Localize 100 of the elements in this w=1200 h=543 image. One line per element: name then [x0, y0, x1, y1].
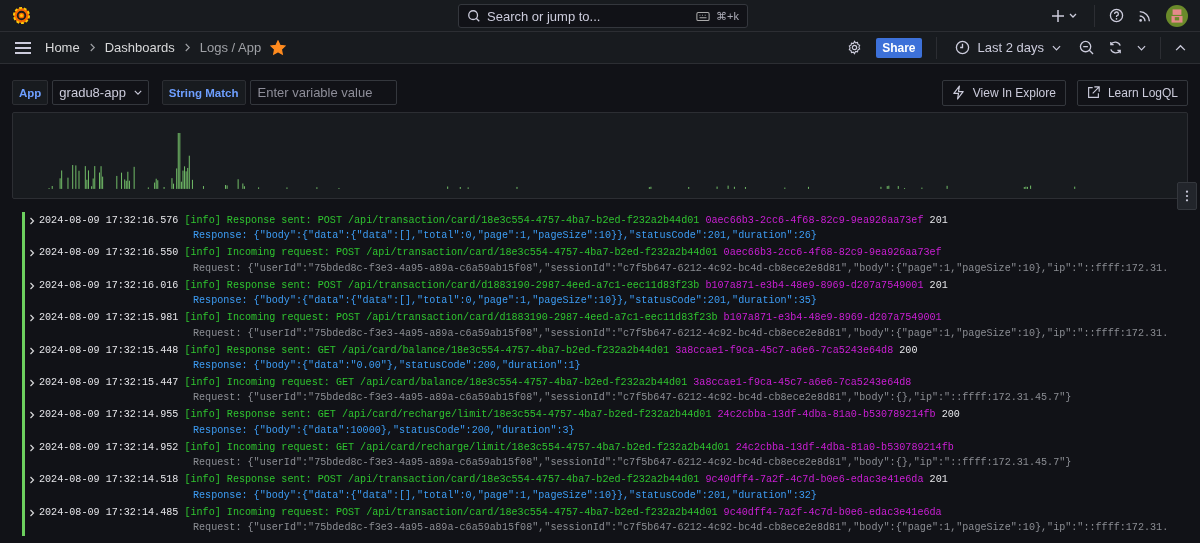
trace-id: 24c2cbba-13df-4dba-81a0-b530789214fb	[717, 408, 936, 423]
log-detail: Request: {"userId":"75bded8c-f3e3-4a95-a89a-c6a59ab15f08","sessionId":"c7f5b647-6212-4c92-bc4d-cb8ece2e8d81","body":{"page":1,"pageSize":10},"ip":"::ffff:172.31.	[193, 261, 1169, 276]
log-timestamp: 2024-08-09 17:32:16.550	[39, 246, 179, 261]
search-bar[interactable]: Search or jump to... ⌘+k	[458, 4, 748, 28]
status-code: 200	[899, 343, 918, 358]
expand-icon[interactable]	[29, 346, 35, 355]
breadcrumb-link[interactable]: Home	[45, 40, 80, 55]
trace-id: 3a8ccae1-f9ca-45c7-a6e6-7ca5243e64d8	[675, 343, 894, 358]
refresh-icon[interactable]	[1108, 40, 1123, 55]
settings-icon[interactable]	[847, 40, 863, 55]
log-message: Incoming request: GET /api/card/balance/18e3c554-4757-4ba7-b2ed-f232a2b44d01	[226, 375, 688, 390]
log-level: [info]	[184, 343, 221, 358]
trace-id: 0aec66b3-2cc6-4f68-82c9-9ea926aa73ef	[723, 246, 942, 261]
expand-icon[interactable]	[29, 476, 35, 485]
logo-icon[interactable]	[12, 6, 31, 25]
lightning-icon	[951, 85, 965, 100]
star-icon[interactable]	[270, 39, 287, 56]
expand-icon[interactable]	[29, 378, 35, 387]
log-timestamp: 2024-08-09 17:32:14.955	[39, 408, 179, 423]
expand-icon[interactable]	[29, 508, 35, 517]
share-button[interactable]: Share	[876, 37, 922, 58]
log-detail: Request: {"userId":"75bded8c-f3e3-4a95-a89a-c6a59ab15f08","sessionId":"c7f5b647-6212-4c92-bc4d-cb8ece2e8d81","body":{},"ip":"::ffff:172.31.45.7"}	[193, 391, 1072, 406]
log-timestamp: 2024-08-09 17:32:15.447	[39, 375, 179, 390]
log-level: [info]	[184, 440, 221, 455]
docs-link-button[interactable]: Learn LogQL	[1076, 79, 1188, 106]
shortcut-hint: ⌘+k	[716, 9, 739, 23]
log-level: [info]	[184, 473, 221, 488]
log-timestamp: 2024-08-09 17:32:14.952	[39, 440, 179, 455]
log-level: [info]	[184, 278, 221, 293]
log-message: Incoming request: GET /api/card/recharge/limit/18e3c554-4757-4ba7-b2ed-f232a2b44d01	[226, 440, 730, 455]
log-message: Incoming request: POST /api/transaction/card/18e3c554-4757-4ba7-b2ed-f232a2b44d01	[226, 246, 718, 261]
status-code: 201	[929, 214, 948, 228]
log-level: [info]	[184, 505, 221, 520]
expand-icon[interactable]	[29, 217, 35, 225]
log-detail: Response: {"body":{"data":{"data":[],"total":0,"page":1,"pageSize":10}},"statusCode":201,"duration":32}	[193, 488, 818, 503]
clock-icon	[954, 40, 970, 55]
log-detail: Request: {"userId":"75bded8c-f3e3-4a95-a89a-c6a59ab15f08","sessionId":"c7f5b647-6212-4c92-bc4d-cb8ece2e8d81","body":{},"ip":"::ffff:172.31.45.7"}	[193, 456, 1072, 471]
log-message: Incoming request: POST /api/transaction/card/18e3c554-4757-4ba7-b2ed-f232a2b44d01	[226, 505, 718, 520]
log-message: Response sent: POST /api/transaction/card/d1883190-2987-4eed-a7c1-eec11d83f23b	[226, 278, 700, 293]
log-detail: Response: {"body":{"data":{"data":[],"total":0,"page":1,"pageSize":10}},"statusCode":201,"duration":35}	[193, 294, 818, 309]
trace-id: b107a871-e3b4-48e9-8969-d207a7549001	[705, 278, 924, 293]
log-message: Response sent: GET /api/card/recharge/limit/18e3c554-4757-4ba7-b2ed-f232a2b44d01	[226, 408, 712, 423]
search-icon	[467, 9, 481, 23]
status-code: 200	[941, 408, 960, 423]
chevron-right-icon	[183, 43, 191, 52]
status-code: 201	[929, 473, 948, 488]
expand-icon[interactable]	[29, 281, 35, 290]
caret-icon[interactable]	[1137, 44, 1146, 51]
log-message: Response sent: POST /api/transaction/card/18e3c554-4757-4ba7-b2ed-f232a2b44d01	[226, 214, 700, 228]
log-level: [info]	[184, 375, 221, 390]
log-message: Response sent: POST /api/transaction/card/18e3c554-4757-4ba7-b2ed-f232a2b44d01	[226, 473, 700, 488]
trace-id: 9c40dff4-7a2f-4c7d-b0e6-edac3e41e6da	[705, 473, 924, 488]
explore-button[interactable]: View In Explore	[941, 79, 1066, 106]
keyboard-icon	[696, 10, 711, 22]
avatar[interactable]	[1166, 4, 1188, 27]
search-field[interactable]: Search or jump to...	[487, 8, 691, 24]
help-icon[interactable]	[1109, 8, 1124, 23]
variable-label: App	[12, 80, 49, 105]
log-level: [info]	[184, 246, 221, 261]
log-detail: Request: {"userId":"75bded8c-f3e3-4a95-a89a-c6a59ab15f08","sessionId":"c7f5b647-6212-4c92-bc4d-cb8ece2e8d81","body":{"page":1,"pageSize":10},"ip":"::ffff:172.31.	[193, 326, 1169, 341]
trace-id: 0aec66b3-2cc6-4f68-82c9-9ea926aa73ef	[705, 214, 924, 228]
external-link-icon	[1086, 86, 1100, 99]
trace-id: 3a8ccae1-f9ca-45c7-a6e6-7ca5243e64d8	[693, 375, 912, 390]
trace-id: 24c2cbba-13df-4dba-81a0-b530789214fb	[735, 440, 954, 455]
collapse-icon[interactable]	[1175, 44, 1186, 51]
log-detail: Response: {"body":{"data":"0.00"},"statusCode":200,"duration":1}	[193, 358, 582, 373]
time-range-picker[interactable]: Last 2 days	[950, 40, 1065, 55]
variable-value-field[interactable]: Enter variable value	[249, 80, 397, 105]
rss-icon[interactable]	[1138, 8, 1152, 23]
variable-label: String Match	[161, 80, 246, 105]
menu-icon[interactable]	[14, 40, 32, 55]
variable-select[interactable]: gradu8-app	[52, 80, 149, 105]
more-icon	[1185, 190, 1189, 202]
panel-menu-button[interactable]	[1177, 182, 1197, 210]
breadcrumb-link[interactable]: Logs / App	[199, 40, 262, 55]
log-detail: Response: {"body":{"data":10000},"statusCode":200,"duration":3}	[193, 423, 576, 438]
log-timestamp: 2024-08-09 17:32:15.448	[39, 343, 179, 358]
log-timestamp: 2024-08-09 17:32:14.518	[39, 473, 179, 488]
zoom-out-icon[interactable]	[1079, 40, 1094, 55]
log-level: [info]	[184, 214, 221, 228]
log-timestamp: 2024-08-09 17:32:15.981	[39, 311, 179, 326]
trace-id: 9c40dff4-7a2f-4c7d-b0e6-edac3e41e6da	[723, 505, 942, 520]
log-timestamp: 2024-08-09 17:32:16.016	[39, 278, 179, 293]
caret-icon	[133, 90, 142, 95]
breadcrumb-link[interactable]: Dashboards	[104, 40, 175, 55]
expand-icon[interactable]	[29, 314, 35, 323]
status-code: 201	[929, 278, 948, 293]
log-level: [info]	[184, 311, 221, 326]
chevron-right-icon	[88, 43, 96, 52]
log-message: Response sent: GET /api/card/balance/18e3c554-4757-4ba7-b2ed-f232a2b44d01	[226, 343, 670, 358]
expand-icon[interactable]	[29, 443, 35, 452]
log-message: Incoming request: POST /api/transaction/card/d1883190-2987-4eed-a7c1-eec11d83f23b	[226, 311, 718, 326]
log-detail: Response: {"body":{"data":{"data":[],"total":0,"page":1,"pageSize":10}},"statusCode":201,"duration":26}	[193, 229, 818, 244]
trace-id: b107a871-e3b4-48e9-8969-d207a7549001	[723, 311, 942, 326]
log-detail: Request: {"userId":"75bded8c-f3e3-4a95-a89a-c6a59ab15f08","sessionId":"c7f5b647-6212-4c92-bc4d-cb8ece2e8d81","body":{"page":1,"pageSize":10},"ip":"::ffff:172.31.	[193, 520, 1169, 535]
expand-icon[interactable]	[29, 411, 35, 420]
log-timestamp: 2024-08-09 17:32:14.485	[39, 505, 179, 520]
log-level: [info]	[184, 408, 221, 423]
caret-icon	[1052, 44, 1061, 51]
expand-icon[interactable]	[29, 249, 35, 258]
